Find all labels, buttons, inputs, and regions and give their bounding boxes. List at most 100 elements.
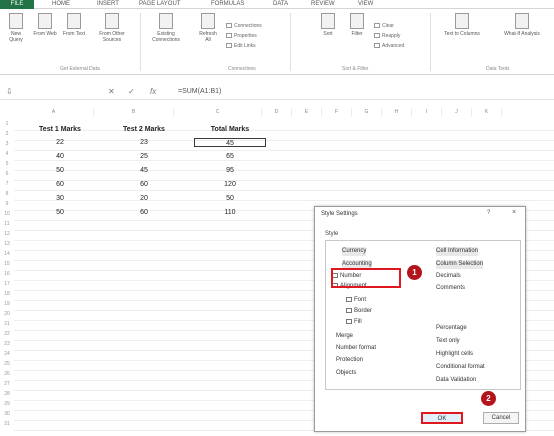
table-cell[interactable]: 60 [108,208,180,217]
table-cell[interactable]: 45 [108,166,180,175]
column-header[interactable]: C [174,108,262,117]
list-item[interactable]: Percentage [436,324,467,333]
new-query-button[interactable]: New Query [4,13,28,43]
style-listbox[interactable]: Currency Accounting Number Alignment Fon… [325,240,521,390]
table-cell[interactable]: 65 [194,152,266,161]
tab-formulas[interactable]: FORMULAS [211,0,244,9]
list-item[interactable]: Decimals [436,272,461,281]
list-item[interactable]: Objects [336,369,356,378]
what-if-analysis-button[interactable]: What-If Analysis [500,13,544,37]
row-header[interactable]: 18 [0,291,14,297]
column-header[interactable]: K [472,108,502,117]
text-to-columns-button[interactable]: Text to Columns [444,13,480,37]
row-header[interactable]: 9 [0,201,14,207]
table-cell[interactable]: 60 [108,180,180,189]
column-header[interactable]: I [412,108,442,117]
column-header[interactable]: D [262,108,292,117]
row-header[interactable]: 16 [0,271,14,277]
edit-links-item[interactable]: Edit Links [226,43,256,50]
row-header[interactable]: 15 [0,261,14,267]
tab-page-layout[interactable]: PAGE LAYOUT [139,0,180,9]
advanced-item[interactable]: Advanced [374,43,404,50]
row-header[interactable]: 29 [0,401,14,407]
table-cell[interactable]: 22 [24,138,96,147]
table-cell[interactable]: 120 [194,180,266,189]
row-header[interactable]: 11 [0,221,14,227]
row-header[interactable]: 2 [0,131,14,137]
cancel-button[interactable]: Cancel [483,412,519,424]
column-header[interactable]: H [382,108,412,117]
list-item[interactable]: Number format [336,344,376,353]
column-header[interactable]: B [94,108,174,117]
reapply-item[interactable]: Reapply [374,33,400,40]
table-cell[interactable]: 30 [24,194,96,203]
from-web-button[interactable]: From Web [33,13,57,37]
dropdown-icon[interactable]: ⇩ [6,87,13,96]
table-cell[interactable]: 110 [194,208,266,217]
table-cell[interactable]: 60 [24,180,96,189]
row-header[interactable]: 22 [0,331,14,337]
list-item[interactable]: Font [346,296,366,305]
list-item[interactable]: Currency [342,247,367,256]
table-cell[interactable]: 50 [24,208,96,217]
column-header[interactable]: G [352,108,382,117]
from-other-sources-button[interactable]: From Other Sources [92,13,132,43]
row-header[interactable]: 13 [0,241,14,247]
row-header[interactable]: 30 [0,411,14,417]
row-header[interactable]: 26 [0,371,14,377]
row-header[interactable]: 20 [0,311,14,317]
table-cell[interactable]: 50 [194,194,266,203]
existing-connections-button[interactable]: Existing Connections [144,13,188,43]
header-cell[interactable]: Test 2 Marks [108,125,180,134]
refresh-all-button[interactable]: Refresh All [196,13,220,43]
list-item[interactable]: Column Selection [436,260,484,269]
list-item[interactable]: Text only [436,337,460,346]
column-header[interactable]: F [322,108,352,117]
function-icon[interactable]: fx [150,87,156,96]
properties-item[interactable]: Properties [226,33,257,40]
column-header[interactable]: E [292,108,322,117]
row-header[interactable]: 28 [0,391,14,397]
close-button[interactable]: × [512,209,516,216]
table-cell[interactable]: 40 [24,152,96,161]
row-header[interactable]: 3 [0,141,14,147]
sort-button[interactable]: Sort [318,13,338,37]
list-item[interactable]: Protection [336,356,363,365]
row-header[interactable]: 21 [0,321,14,327]
tab-home[interactable]: HOME [52,0,70,9]
list-item[interactable]: Border [346,307,372,316]
list-item[interactable]: Comments [436,284,465,293]
enter-icon[interactable]: ✓ [128,87,135,96]
tab-data[interactable]: DATA [273,0,288,9]
list-item[interactable]: Merge [336,332,353,341]
row-header[interactable]: 10 [0,211,14,217]
row-header[interactable]: 24 [0,351,14,357]
formula-input[interactable]: =SUM(A1:B1) [178,88,221,95]
header-cell[interactable]: Total Marks [194,125,266,134]
table-cell[interactable]: 50 [24,166,96,175]
row-header[interactable]: 8 [0,191,14,197]
ok-button[interactable]: OK [421,412,463,424]
row-header[interactable]: 19 [0,301,14,307]
from-text-button[interactable]: From Text [61,13,87,37]
row-header[interactable]: 1 [0,121,14,127]
connections-item[interactable]: Connections [226,23,262,30]
filter-button[interactable]: Filter [345,13,369,37]
row-header[interactable]: 31 [0,421,14,427]
tab-review[interactable]: REVIEW [311,0,335,9]
column-header[interactable]: A [14,108,94,117]
table-cell[interactable]: 25 [108,152,180,161]
help-button[interactable]: ? [487,210,490,216]
table-cell[interactable]: 20 [108,194,180,203]
selected-cell[interactable]: 45 [194,138,266,147]
cancel-icon[interactable]: ✕ [108,87,115,96]
row-header[interactable]: 6 [0,171,14,177]
row-header[interactable]: 12 [0,231,14,237]
list-item[interactable]: Highlight cells [436,350,473,359]
row-header[interactable]: 17 [0,281,14,287]
row-header[interactable]: 14 [0,251,14,257]
header-cell[interactable]: Test 1 Marks [24,125,96,134]
row-header[interactable]: 5 [0,161,14,167]
row-header[interactable]: 7 [0,181,14,187]
row-header[interactable]: 4 [0,151,14,157]
